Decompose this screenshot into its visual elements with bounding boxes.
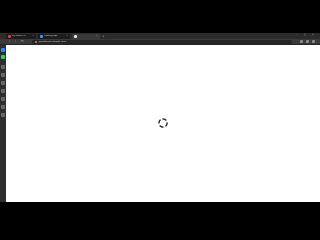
- page-content: [6, 45, 320, 202]
- tab-label: Loading page: [44, 35, 58, 37]
- back-button[interactable]: ‹: [9, 39, 10, 44]
- forward-button[interactable]: ›: [15, 39, 16, 44]
- loading-spinner-icon: [158, 118, 168, 128]
- notes-icon[interactable]: [1, 105, 5, 109]
- settings-icon[interactable]: [1, 97, 5, 101]
- new-tab-button[interactable]: +: [102, 34, 105, 38]
- downloads-icon[interactable]: [1, 81, 5, 85]
- player-icon[interactable]: [1, 113, 5, 117]
- extensions-icon[interactable]: [300, 40, 303, 43]
- menu-icon[interactable]: [312, 40, 315, 43]
- tab-close-icon[interactable]: ✕: [32, 35, 34, 38]
- tab-favicon-icon: [74, 35, 77, 38]
- tab-label: My Games (2): [12, 35, 27, 37]
- address-bar[interactable]: gamefaucet.example.com/...: [32, 40, 292, 44]
- bookmarks-icon[interactable]: [1, 65, 5, 69]
- lock-icon: [35, 41, 37, 43]
- close-window-button[interactable]: ✕: [312, 33, 314, 38]
- reload-button[interactable]: ↻: [21, 39, 24, 44]
- tab-close-icon[interactable]: ✕: [96, 35, 98, 38]
- history-icon[interactable]: [1, 73, 5, 77]
- profile-icon[interactable]: [306, 40, 309, 43]
- tab-favicon-icon: [8, 35, 11, 38]
- browser-window: My Games (2) ✕ Loading page ✕ ✕ + – □ ✕ …: [0, 33, 320, 202]
- tab-favicon-icon: [40, 35, 43, 38]
- tab-close-icon[interactable]: ✕: [66, 35, 68, 38]
- messenger-icon[interactable]: [1, 48, 5, 52]
- extensions-sidebar-icon[interactable]: [1, 89, 5, 93]
- address-url: gamefaucet.example.com/...: [39, 40, 68, 43]
- minimize-button[interactable]: –: [296, 33, 297, 38]
- whatsapp-icon[interactable]: [1, 55, 5, 59]
- maximize-button[interactable]: □: [304, 33, 306, 38]
